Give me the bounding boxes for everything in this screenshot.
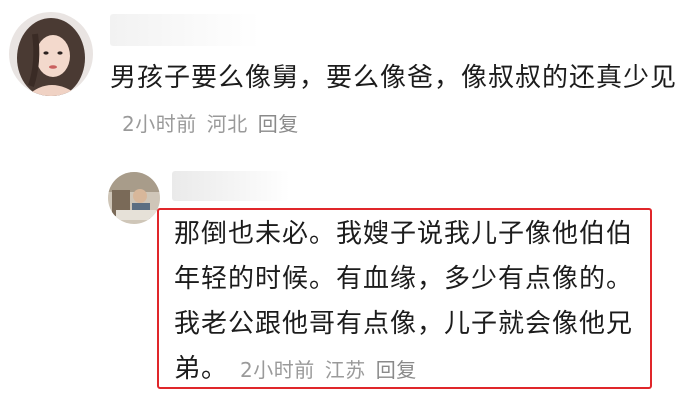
commenter-avatar[interactable]	[9, 12, 93, 96]
reply-location: 江苏	[324, 358, 366, 382]
reply-button[interactable]: 回复	[376, 358, 417, 382]
replier-name-redacted[interactable]	[172, 171, 290, 201]
reply-body: 那倒也未必。我嫂子说我儿子像他伯伯年轻的时候。有血缘，多少有点像的。我老公跟他哥…	[174, 212, 654, 393]
replier-avatar[interactable]	[108, 172, 160, 224]
reply-time: 2小时前	[240, 358, 315, 382]
comment-body: 男孩子要么像舅，要么像爸，像叔叔的还真少见 2小时前 河北 回复	[110, 56, 680, 147]
comment-text: 男孩子要么像舅，要么像爸，像叔叔的还真少见	[110, 63, 678, 93]
comment-thread: 男孩子要么像舅，要么像爸，像叔叔的还真少见2小时前 河北 回复 那倒也未必。我嫂子说…	[0, 0, 686, 400]
commenter-name-redacted[interactable]	[110, 14, 260, 46]
comment-meta: 2小时前 河北 回复	[122, 112, 309, 136]
reply-button[interactable]: 回复	[258, 112, 299, 136]
reply-meta: 2小时前 江苏 回复	[240, 358, 427, 382]
comment-time: 2小时前	[122, 112, 197, 136]
comment-location: 河北	[206, 112, 248, 136]
